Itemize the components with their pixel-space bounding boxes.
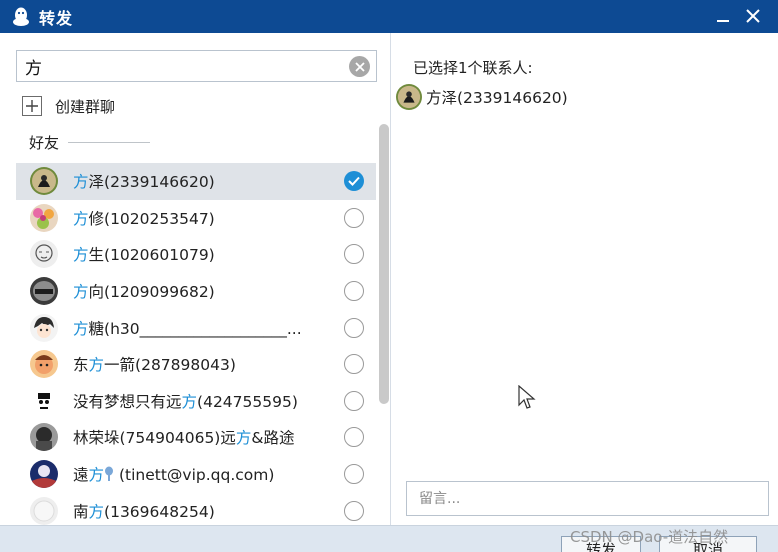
bottom-bar: 转发 取消 CSDN @Dao-道法自然: [0, 525, 778, 552]
contact-row[interactable]: 方向(1209099682): [16, 273, 376, 310]
clear-search-button[interactable]: [349, 56, 370, 77]
qq-penguin-icon: [10, 6, 32, 28]
contact-name: 方糖(h30___________________...: [73, 317, 302, 339]
radio-button[interactable]: [344, 244, 364, 265]
contact-row[interactable]: 东方一箭(287898043): [16, 346, 376, 383]
avatar-bw-face: [30, 386, 58, 415]
contact-row[interactable]: 遠方 (tinett@vip.qq.com): [16, 456, 376, 493]
contact-name: 林荣垛(754904065)远方&路途: [73, 426, 294, 448]
contact-name-suffix: 修(1020253547): [88, 209, 215, 228]
avatar-cartoon: [30, 350, 58, 379]
minimize-button[interactable]: [710, 4, 736, 28]
search-input[interactable]: [17, 56, 337, 76]
avatar-dark: [30, 423, 58, 452]
section-title: 好友: [29, 134, 60, 152]
selected-panel: 已选择1个联系人: 方泽(2339146620): [392, 33, 778, 525]
search-match-highlight: 方: [73, 173, 89, 192]
search-match-highlight: 方: [73, 283, 89, 302]
search-match-highlight: 方: [235, 429, 252, 448]
avatar-helmet: [30, 277, 58, 306]
radio-button[interactable]: [344, 500, 364, 521]
contact-row[interactable]: 林荣垛(754904065)远方&路途: [16, 419, 376, 456]
title-bar: 转发: [0, 0, 778, 33]
contact-name: 遠方 (tinett@vip.qq.com): [73, 463, 274, 485]
contact-name-suffix: 糖(h30___________________...: [88, 319, 302, 338]
avatar-white: [30, 496, 58, 525]
contact-list: 方泽(2339146620) 方修(1020253547) 方生(102060107…: [16, 163, 376, 525]
search-match-highlight: 方: [73, 209, 89, 228]
section-divider: [68, 142, 151, 143]
contact-name-suffix: (424755595): [197, 392, 298, 411]
search-match-highlight: 方: [73, 319, 89, 338]
contact-row[interactable]: 没有梦想只有远方(424755595): [16, 383, 376, 420]
avatar-anime: [30, 313, 58, 342]
clear-icon: [354, 61, 365, 72]
contact-name-prefix: 林荣垛(754904065)远: [73, 429, 236, 448]
contact-row[interactable]: 方泽(2339146620): [16, 163, 376, 200]
search-match-highlight: 方: [88, 502, 105, 521]
watermark: CSDN @Dao-道法自然: [570, 528, 729, 546]
contact-name: 方向(1209099682): [73, 280, 215, 302]
radio-button[interactable]: [344, 281, 364, 302]
contact-name: 没有梦想只有远方(424755595): [73, 390, 298, 412]
scrollbar-thumb[interactable]: [379, 124, 389, 404]
contact-name: 方泽(2339146620): [73, 170, 215, 192]
contact-name-suffix: 向(1209099682): [88, 283, 215, 302]
radio-button[interactable]: [344, 317, 364, 338]
contact-name-suffix: 生(1020601079): [88, 246, 215, 265]
qq-vip-badge-icon: [104, 466, 114, 484]
radio-button[interactable]: [344, 207, 364, 228]
contact-name-prefix: 南: [73, 502, 89, 521]
contact-name: 南方(1369648254): [73, 500, 215, 522]
window-title: 转发: [39, 8, 74, 28]
selected-contact-name: 方泽(2339146620): [426, 89, 568, 107]
create-group-button[interactable]: 创建群聊: [22, 94, 115, 118]
contact-name: 方修(1020253547): [73, 207, 215, 229]
contact-name-suffix: &路途: [251, 429, 295, 448]
message-box: [406, 481, 769, 516]
avatar-sketch: [30, 240, 58, 269]
contact-name-prefix: 东: [73, 356, 89, 375]
plus-icon: [22, 96, 42, 116]
create-group-label: 创建群聊: [55, 97, 116, 116]
contact-row[interactable]: 方生(1020601079): [16, 236, 376, 273]
selected-count-label: 已选择1个联系人:: [413, 59, 533, 77]
avatar-flowers: [30, 203, 58, 232]
search-match-highlight: 方: [88, 466, 105, 485]
avatar-fangze: [396, 84, 422, 110]
contact-name-suffix: (1369648254): [104, 502, 215, 521]
contact-row[interactable]: 南方(1369648254): [16, 492, 376, 525]
radio-button[interactable]: [344, 390, 364, 411]
contact-row[interactable]: 方修(1020253547): [16, 200, 376, 237]
contact-picker-panel: 创建群聊 好友 方泽(2339146620)方修(1020253547)方生(1…: [0, 33, 391, 525]
contact-name-suffix: 泽(2339146620): [88, 173, 215, 192]
radio-button[interactable]: [344, 427, 364, 448]
contact-name-prefix: 遠: [73, 466, 89, 485]
close-button[interactable]: [740, 4, 766, 28]
search-match-highlight: 方: [73, 246, 89, 265]
close-icon: [746, 9, 760, 23]
radio-button[interactable]: [344, 354, 364, 375]
search-match-highlight: 方: [88, 356, 105, 375]
contact-name-suffix: 一箭(287898043): [104, 356, 236, 375]
contact-row[interactable]: 方糖(h30___________________...: [16, 309, 376, 346]
minimize-icon: [717, 20, 729, 22]
search-box: [16, 50, 377, 82]
contact-name: 东方一箭(287898043): [73, 353, 236, 375]
message-input[interactable]: [407, 482, 768, 515]
contact-name-prefix: 没有梦想只有远: [73, 392, 182, 411]
contact-name: 方生(1020601079): [73, 243, 215, 265]
radio-button[interactable]: [344, 464, 364, 485]
contact-name-suffix: (tinett@vip.qq.com): [114, 466, 275, 485]
avatar-night: [30, 460, 58, 489]
selected-contact-chip[interactable]: 方泽(2339146620): [396, 82, 568, 112]
checkmark-icon[interactable]: [344, 171, 364, 192]
mouse-cursor-icon: [518, 385, 536, 409]
search-match-highlight: 方: [181, 392, 198, 411]
friends-section-header: 好友: [29, 132, 151, 153]
avatar-fangze: [30, 167, 58, 196]
